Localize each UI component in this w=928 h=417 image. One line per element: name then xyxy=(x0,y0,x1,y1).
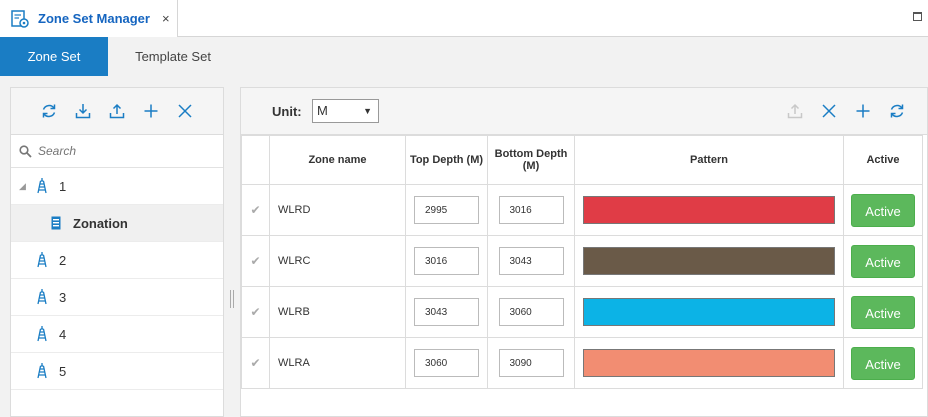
unit-select[interactable]: M ▼ xyxy=(312,99,379,123)
well-rig-icon xyxy=(37,326,47,342)
tree-item-zonation[interactable]: Zonation xyxy=(11,205,223,242)
import-button[interactable] xyxy=(73,101,93,121)
document-tab[interactable]: Zone Set Manager × xyxy=(0,0,178,37)
active-button[interactable]: Active xyxy=(851,346,915,380)
zone-set-tree-panel: ◢ 1 Zonation 2 3 4 5 xyxy=(10,87,224,417)
well-rig-icon xyxy=(37,289,47,305)
bottom-depth-input[interactable] xyxy=(498,247,564,275)
table-row[interactable]: ✔ WLRC Active xyxy=(241,235,923,287)
active-button[interactable]: Active xyxy=(851,295,915,329)
unit-value: M xyxy=(317,103,328,118)
tree-item-label: 3 xyxy=(59,289,67,305)
check-icon[interactable]: ✔ xyxy=(241,286,270,338)
table-header-row: Zone name Top Depth (M) Bottom Depth (M)… xyxy=(241,135,923,185)
pattern-swatch[interactable] xyxy=(583,298,835,326)
table-row[interactable]: ✔ WLRD Active xyxy=(241,184,923,236)
plus-icon xyxy=(144,104,158,118)
zone-actions xyxy=(785,101,907,121)
upload-icon xyxy=(109,103,125,119)
top-depth-input[interactable] xyxy=(414,196,479,224)
chevron-down-icon[interactable]: ◢ xyxy=(19,181,29,192)
zone-table-toolbar: Unit: M ▼ xyxy=(241,88,927,135)
add-zone-button[interactable] xyxy=(853,101,873,121)
zone-table: Zone name Top Depth (M) Bottom Depth (M)… xyxy=(241,135,923,389)
dropdown-arrow-icon: ▼ xyxy=(363,106,372,116)
header-pattern: Pattern xyxy=(574,135,844,185)
close-icon[interactable]: × xyxy=(162,11,170,26)
tree-item-2[interactable]: 2 xyxy=(11,242,223,279)
active-button[interactable]: Active xyxy=(851,193,915,227)
table-row[interactable]: ✔ WLRB Active xyxy=(241,286,923,338)
delete-zone-button[interactable] xyxy=(819,101,839,121)
bottom-depth-input[interactable] xyxy=(498,349,564,377)
refresh-icon xyxy=(42,104,56,118)
delete-zone-set-button[interactable] xyxy=(175,101,195,121)
search-icon xyxy=(19,144,32,158)
close-icon xyxy=(178,104,192,118)
pattern-swatch[interactable] xyxy=(583,247,835,275)
active-button[interactable]: Active xyxy=(851,244,915,278)
unit-label: Unit: xyxy=(272,104,302,119)
title-bar: Zone Set Manager × xyxy=(0,0,928,37)
top-depth-input[interactable] xyxy=(414,349,479,377)
tree-item-4[interactable]: 4 xyxy=(11,316,223,353)
well-rig-icon xyxy=(37,363,47,379)
refresh-icon xyxy=(890,104,904,118)
top-depth-input[interactable] xyxy=(414,247,479,275)
zone-manager-icon xyxy=(11,9,29,28)
export-zones-button[interactable] xyxy=(785,101,805,121)
tree-item-label: Zonation xyxy=(73,215,128,231)
header-select xyxy=(241,135,270,185)
refresh-zones-button[interactable] xyxy=(887,101,907,121)
close-icon xyxy=(822,104,836,118)
export-button[interactable] xyxy=(107,101,127,121)
zone-name: WLRA xyxy=(269,337,406,389)
zone-name: WLRB xyxy=(269,286,406,338)
tree-item-1[interactable]: ◢ 1 xyxy=(11,168,223,205)
header-top-depth: Top Depth (M) xyxy=(405,135,488,185)
check-icon[interactable]: ✔ xyxy=(241,184,270,236)
header-zone-name: Zone name xyxy=(269,135,406,185)
download-icon xyxy=(75,104,91,119)
tree-item-3[interactable]: 3 xyxy=(11,279,223,316)
tree-item-label: 5 xyxy=(59,363,67,379)
refresh-button[interactable] xyxy=(39,101,59,121)
header-active: Active xyxy=(843,135,923,185)
tree-item-label: 4 xyxy=(59,326,67,342)
well-rig-icon xyxy=(37,178,47,194)
tab-zone-set[interactable]: Zone Set xyxy=(0,37,108,76)
bottom-depth-input[interactable] xyxy=(498,196,564,224)
zone-name: WLRC xyxy=(269,235,406,287)
zone-name: WLRD xyxy=(269,184,406,236)
plus-icon xyxy=(856,104,870,118)
search-input[interactable] xyxy=(38,144,208,158)
tree-item-5[interactable]: 5 xyxy=(11,353,223,390)
tree-item-label: 2 xyxy=(59,252,67,268)
tab-template-set[interactable]: Template Set xyxy=(118,37,228,76)
pattern-swatch[interactable] xyxy=(583,196,835,224)
table-row[interactable]: ✔ WLRA Active xyxy=(241,337,923,389)
bottom-depth-input[interactable] xyxy=(498,298,564,326)
pattern-swatch[interactable] xyxy=(583,349,835,377)
well-rig-icon xyxy=(37,252,47,268)
maximize-icon[interactable] xyxy=(913,12,922,21)
tree-toolbar xyxy=(11,88,223,135)
top-depth-input[interactable] xyxy=(414,298,479,326)
upload-icon xyxy=(787,103,803,119)
add-zone-set-button[interactable] xyxy=(141,101,161,121)
tree-item-label: 1 xyxy=(59,178,67,194)
mode-tabs: Zone Set Template Set xyxy=(0,37,928,76)
check-icon[interactable]: ✔ xyxy=(241,235,270,287)
tree-search xyxy=(11,135,223,168)
document-tab-title: Zone Set Manager xyxy=(38,11,150,26)
header-bottom-depth: Bottom Depth (M) xyxy=(487,135,575,185)
zone-table-panel: Unit: M ▼ Zone name Top Depth (M) Bottom… xyxy=(240,87,928,417)
zonation-icon xyxy=(51,216,61,230)
check-icon[interactable]: ✔ xyxy=(241,337,270,389)
panel-splitter[interactable] xyxy=(230,290,234,308)
